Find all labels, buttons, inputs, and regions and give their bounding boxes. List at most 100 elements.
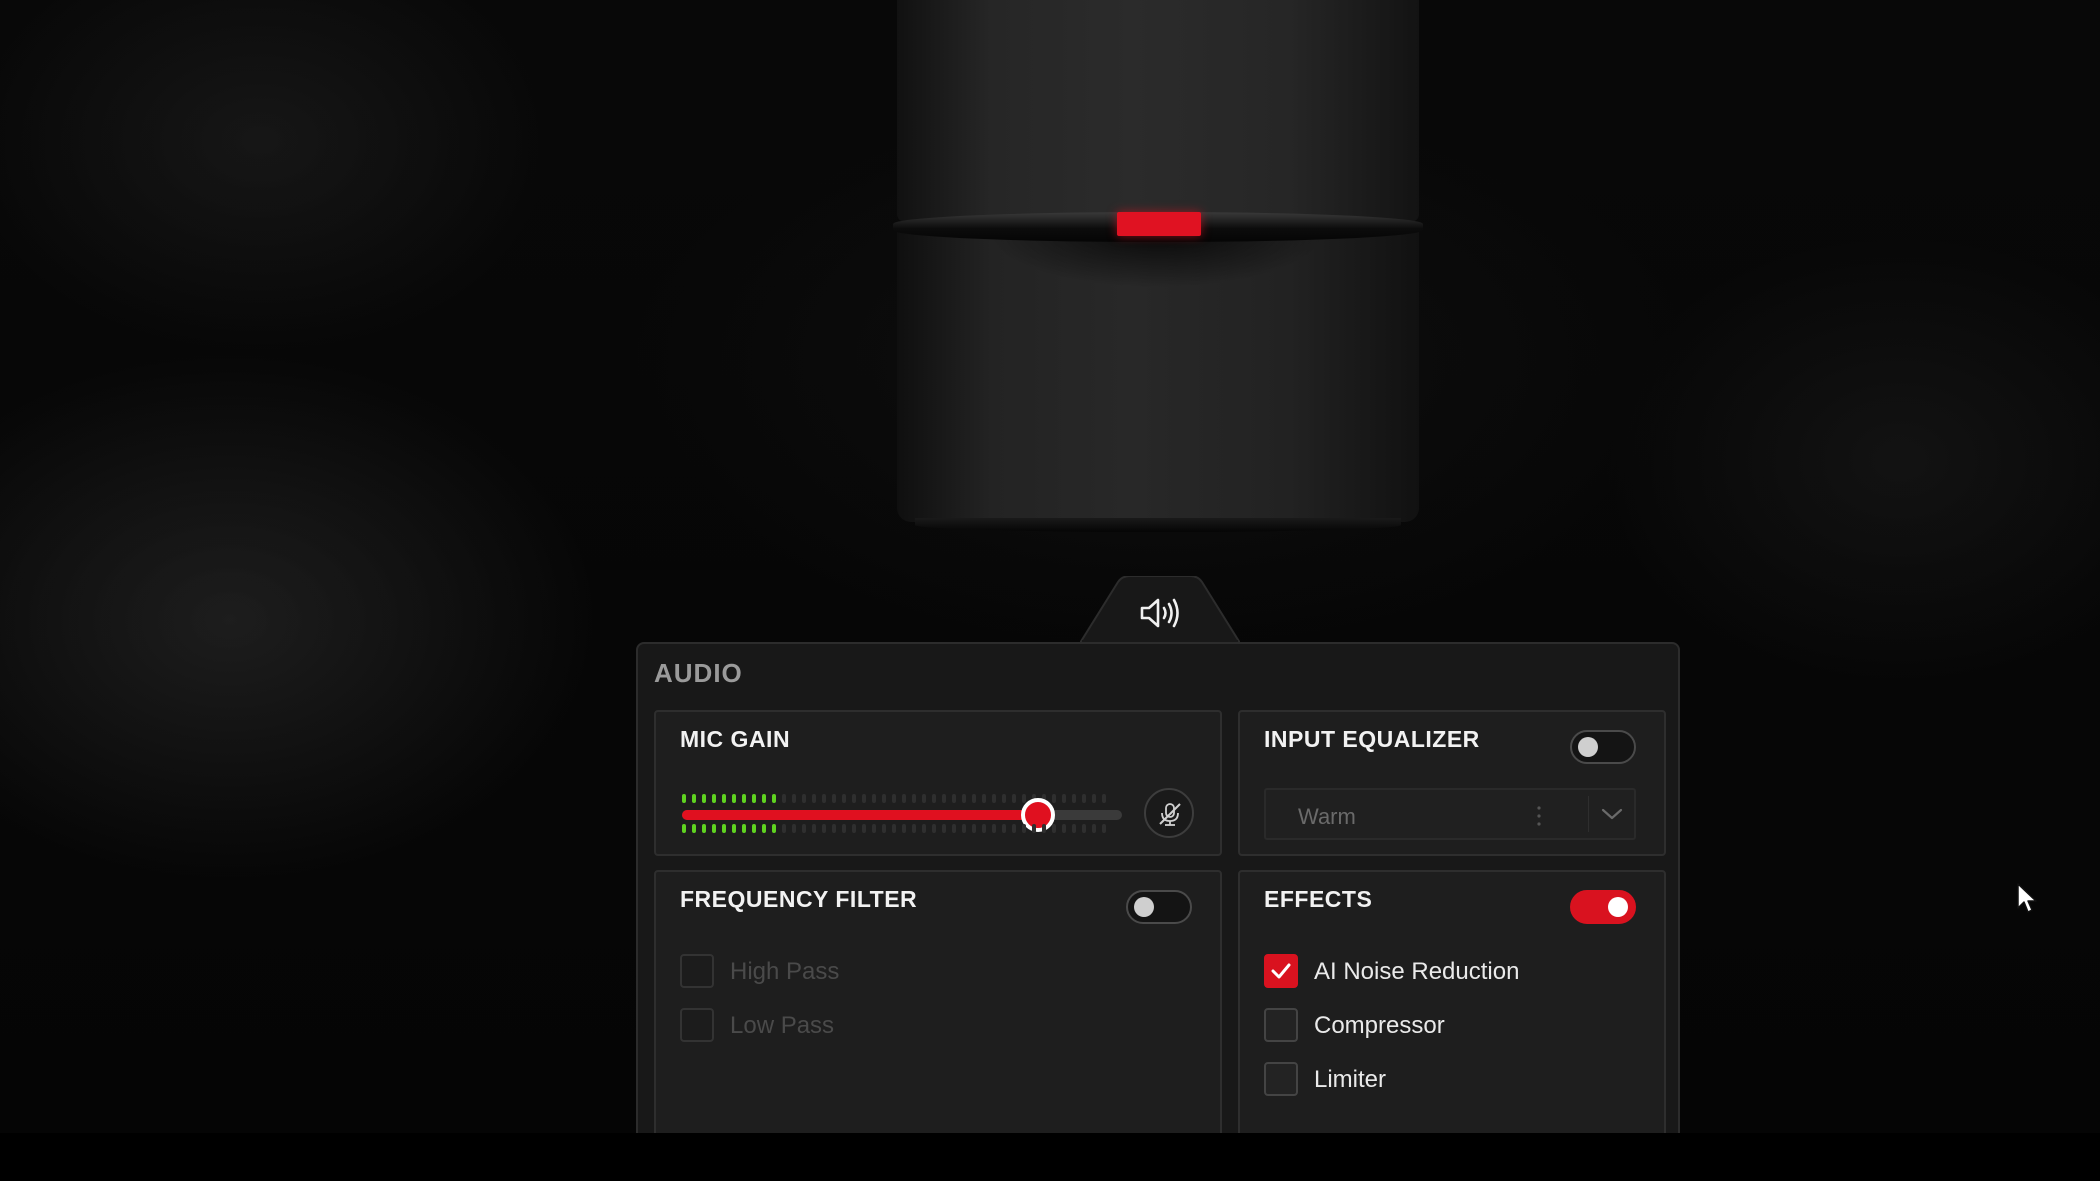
dropdown-value: Warm (1298, 804, 1356, 829)
compressor-label: Compressor (1314, 1012, 1445, 1039)
meter-segment (882, 824, 886, 833)
meter-segment (692, 824, 696, 833)
low-pass-checkbox[interactable] (680, 1008, 714, 1042)
meter-segment (1072, 824, 1076, 833)
more-options-icon[interactable] (1536, 804, 1542, 828)
level-meter-bottom (682, 824, 1114, 834)
meter-segment (992, 794, 996, 803)
meter-segment (942, 794, 946, 803)
low-pass-label: Low Pass (730, 1012, 835, 1039)
meter-segment (822, 824, 826, 833)
meter-segment (952, 794, 956, 803)
meter-segment (982, 824, 986, 833)
meter-segment (1052, 824, 1056, 833)
meter-segment (962, 794, 966, 803)
meter-segment (782, 794, 786, 803)
frequency-filter-card: FREQUENCY FILTER High Pass Low Pass (654, 870, 1222, 1133)
equalizer-preset-dropdown[interactable]: Warm (1264, 788, 1636, 840)
limiter-checkbox[interactable] (1264, 1062, 1298, 1096)
ai-noise-reduction-label: AI Noise Reduction (1314, 958, 1520, 985)
tab-audio[interactable] (1080, 576, 1240, 644)
meter-segment (712, 824, 716, 833)
compressor-checkbox[interactable] (1264, 1008, 1298, 1042)
meter-segment (902, 824, 906, 833)
meter-segment (922, 794, 926, 803)
frequency-filter-toggle[interactable] (1126, 890, 1192, 924)
meter-segment (1012, 824, 1016, 833)
meter-segment (1062, 794, 1066, 803)
meter-segment (1102, 794, 1106, 803)
meter-segment (792, 794, 796, 803)
meter-segment (1012, 794, 1016, 803)
meter-segment (882, 794, 886, 803)
mouse-cursor-icon (2017, 883, 2037, 913)
meter-segment (892, 794, 896, 803)
meter-segment (1092, 824, 1096, 833)
bottom-bar (0, 1133, 2100, 1181)
meter-segment (1032, 824, 1036, 833)
meter-segment (842, 824, 846, 833)
meter-segment (962, 824, 966, 833)
meter-segment (842, 794, 846, 803)
meter-segment (862, 824, 866, 833)
meter-segment (802, 824, 806, 833)
meter-segment (912, 794, 916, 803)
input-equalizer-toggle[interactable] (1570, 730, 1636, 764)
meter-segment (682, 824, 686, 833)
meter-segment (752, 824, 756, 833)
meter-segment (732, 794, 736, 803)
meter-segment (1052, 794, 1056, 803)
ai-noise-reduction-checkbox[interactable] (1264, 954, 1298, 988)
mic-muted-icon (1159, 803, 1181, 826)
meter-segment (942, 824, 946, 833)
meter-segment (812, 794, 816, 803)
meter-segment (862, 794, 866, 803)
meter-segment (1022, 824, 1026, 833)
meter-segment (972, 824, 976, 833)
meter-segment (832, 824, 836, 833)
microphone-illustration (893, 0, 1423, 532)
meter-segment (692, 794, 696, 803)
meter-segment (812, 824, 816, 833)
toggle-knob (1134, 897, 1154, 917)
meter-segment (902, 794, 906, 803)
input-equalizer-title: INPUT EQUALIZER (1264, 726, 1480, 752)
meter-segment (832, 794, 836, 803)
meter-segment (712, 794, 716, 803)
meter-segment (722, 794, 726, 803)
mic-gain-title: MIC GAIN (680, 726, 791, 752)
meter-segment (872, 824, 876, 833)
chevron-down-icon[interactable] (1600, 806, 1624, 822)
meter-segment (1002, 824, 1006, 833)
meter-segment (852, 824, 856, 833)
meter-segment (872, 794, 876, 803)
input-equalizer-card: INPUT EQUALIZER Warm (1238, 710, 1666, 856)
meter-segment (932, 824, 936, 833)
meter-segment (972, 794, 976, 803)
mute-button[interactable] (1144, 788, 1194, 838)
mic-gain-slider[interactable] (682, 798, 1122, 832)
meter-segment (932, 794, 936, 803)
meter-segment (682, 794, 686, 803)
background: AUDIO MIC GAIN INPUT EQUALIZER Warm FREQ… (0, 0, 2100, 1133)
meter-segment (1062, 824, 1066, 833)
meter-segment (922, 824, 926, 833)
meter-segment (892, 824, 896, 833)
effects-title: EFFECTS (1264, 886, 1373, 912)
frequency-filter-title: FREQUENCY FILTER (680, 886, 918, 912)
meter-segment (1002, 794, 1006, 803)
toggle-knob (1578, 737, 1598, 757)
slider-fill (682, 810, 1039, 820)
meter-segment (1072, 794, 1076, 803)
meter-segment (982, 794, 986, 803)
meter-segment (822, 794, 826, 803)
meter-segment (752, 794, 756, 803)
speaker-icon (1140, 598, 1179, 628)
effects-toggle[interactable] (1570, 890, 1636, 924)
mic-gain-card: MIC GAIN (654, 710, 1222, 856)
meter-segment (1092, 794, 1096, 803)
toggle-knob (1608, 897, 1628, 917)
high-pass-checkbox[interactable] (680, 954, 714, 988)
meter-segment (762, 824, 766, 833)
meter-segment (702, 824, 706, 833)
